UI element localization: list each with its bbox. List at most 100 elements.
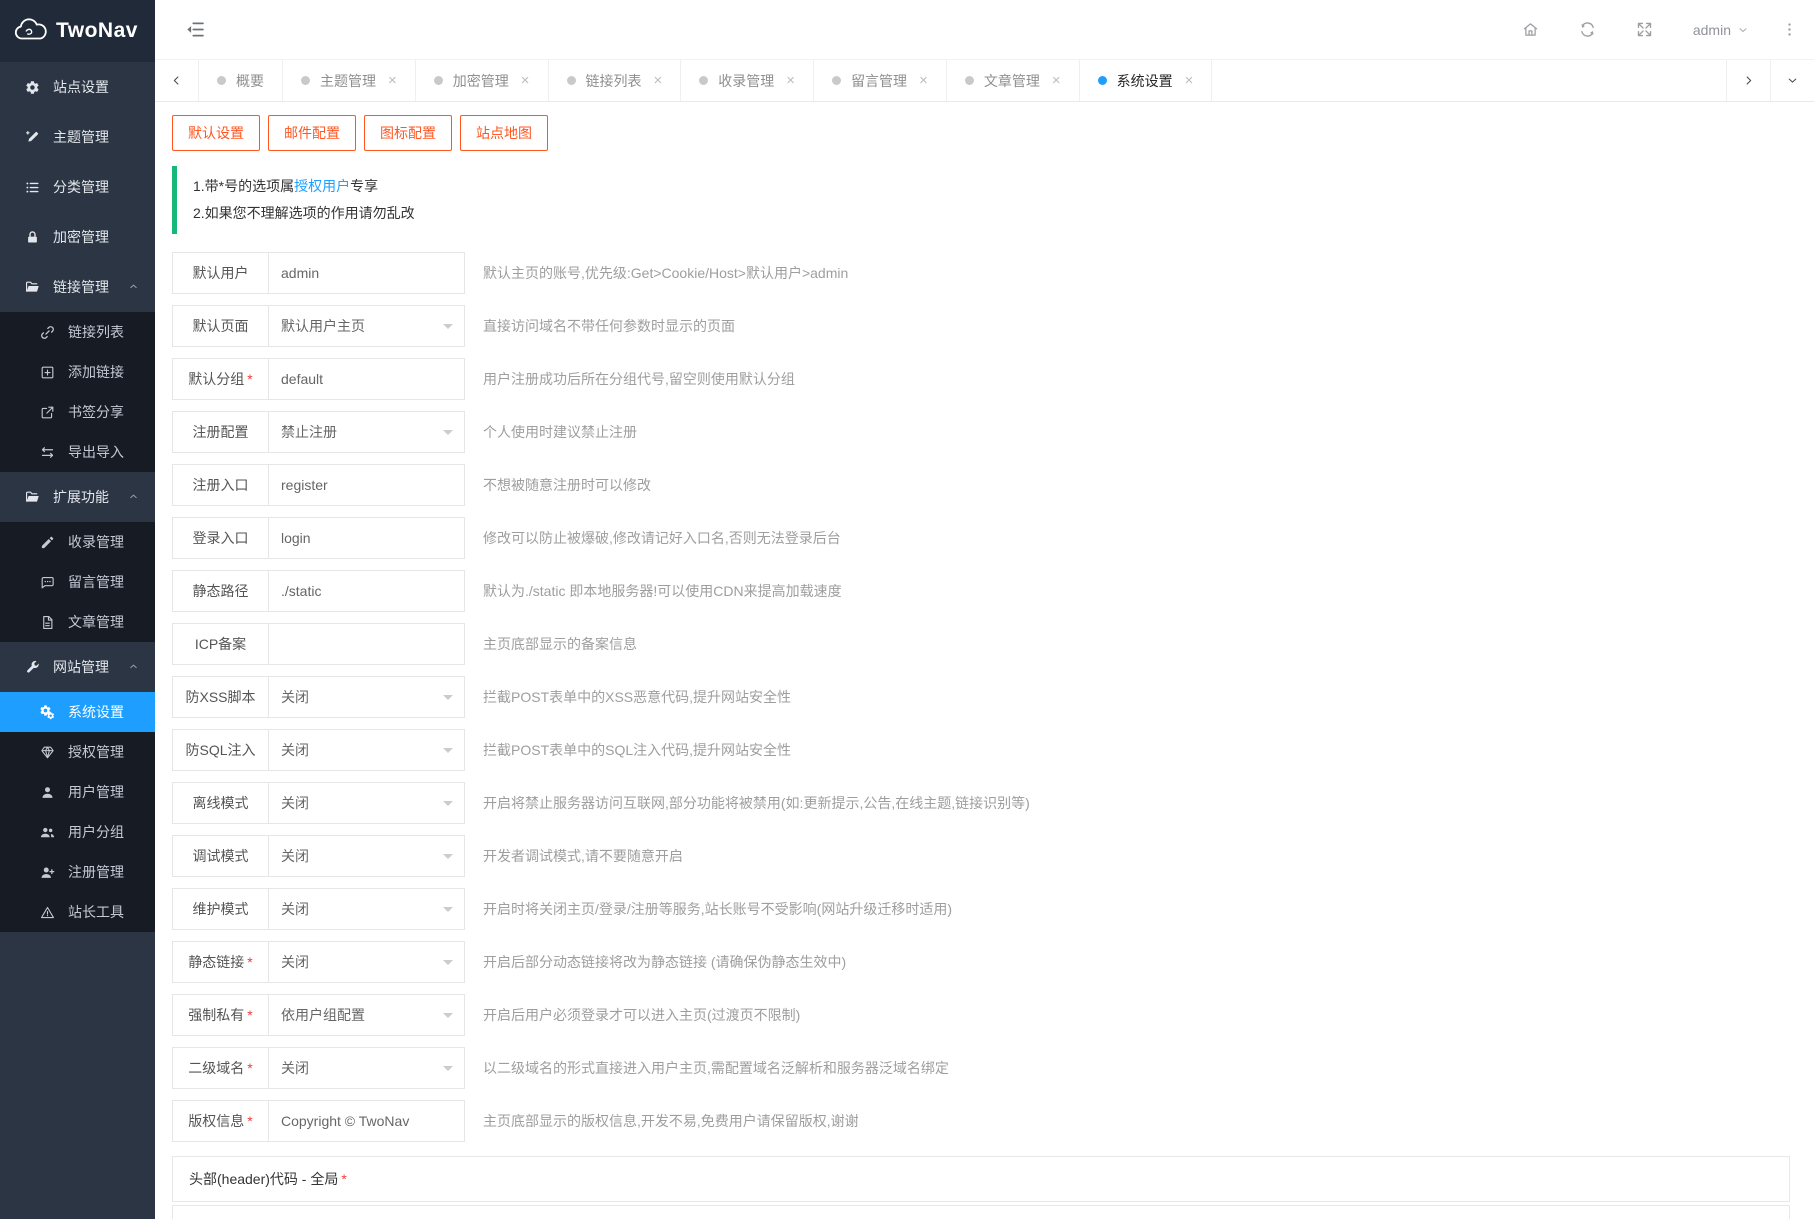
tab-close-icon[interactable]: × — [1185, 73, 1194, 88]
sidebar-item[interactable]: 网站管理 — [0, 642, 155, 692]
sidebar-item[interactable]: 加密管理 — [0, 212, 155, 262]
tab-close-icon[interactable]: × — [1052, 73, 1061, 88]
field-input[interactable]: 关闭 — [269, 676, 465, 718]
sidebar-item-label: 用户管理 — [68, 784, 124, 800]
field-input[interactable]: 关闭 — [269, 729, 465, 771]
field-input[interactable]: ./static — [269, 570, 465, 612]
tab[interactable]: 留言管理 × — [814, 60, 947, 101]
tab-close-icon[interactable]: × — [919, 73, 928, 88]
field-input[interactable]: 依用户组配置 — [269, 994, 465, 1036]
sidebar-item[interactable]: 链接列表 — [0, 312, 155, 352]
field-input[interactable]: login — [269, 517, 465, 559]
fullscreen-icon[interactable] — [1636, 21, 1653, 38]
cloud-logo-icon — [12, 18, 48, 44]
field-label-text: 默认页面 — [192, 318, 249, 334]
tab-close-icon[interactable]: × — [654, 73, 663, 88]
notice-block: 1.带*号的选项属授权用户专享 2.如果您不理解选项的作用请勿乱改 — [172, 166, 1790, 234]
field-label: 调试模式 — [172, 835, 269, 877]
sidebar-item[interactable]: 主题管理 — [0, 112, 155, 162]
field-label-text: 维护模式 — [192, 901, 249, 917]
sidebar-item[interactable]: 留言管理 — [0, 562, 155, 602]
more-vertical-icon[interactable] — [1781, 21, 1798, 38]
field-input[interactable]: 默认用户主页 — [269, 305, 465, 347]
sidebar-fold-icon[interactable] — [185, 19, 206, 40]
sidebar-item[interactable]: 文章管理 — [0, 602, 155, 642]
select-caret-icon — [443, 430, 453, 440]
sidebar-item[interactable]: 扩展功能 — [0, 472, 155, 522]
tab-dot-icon — [832, 76, 842, 85]
sidebar-item-label: 站点设置 — [53, 79, 109, 95]
field-label: 注册配置 — [172, 411, 269, 453]
sidebar-item[interactable]: 用户管理 — [0, 772, 155, 812]
tab-close-icon[interactable]: × — [388, 73, 397, 88]
select-caret-icon — [443, 1013, 453, 1023]
tabs-menu-button[interactable] — [1770, 60, 1814, 101]
field-label-text: 版权信息 — [188, 1113, 245, 1129]
user-menu[interactable]: admin — [1693, 22, 1749, 38]
tabs-container: 概要 主题管理 × 加密管理 × 链接列表 × 收录管理 × 留言管理 × 文章… — [199, 60, 1726, 101]
sidebar-item[interactable]: 用户分组 — [0, 812, 155, 852]
field-input[interactable] — [269, 623, 465, 665]
refresh-icon[interactable] — [1579, 21, 1596, 38]
sidebar-item[interactable]: 链接管理 — [0, 262, 155, 312]
sidebar-item[interactable]: 站长工具 — [0, 892, 155, 932]
field-description: 以二级域名的形式直接进入用户主页,需配置域名泛解析和服务器泛域名绑定 — [483, 1060, 949, 1076]
required-asterisk: * — [247, 1113, 253, 1129]
sidebar-item[interactable]: 分类管理 — [0, 162, 155, 212]
settings-page: 默认设置 邮件配置 图标配置 站点地图 1.带*号的选项属授权用户专享 2.如果您不理… — [155, 102, 1814, 1219]
sidebar-item[interactable]: 授权管理 — [0, 732, 155, 772]
select-caret-icon — [443, 801, 453, 811]
action-button[interactable]: 默认设置 — [172, 115, 260, 151]
tab-dot-icon — [433, 76, 443, 85]
tab-label: 留言管理 — [851, 72, 908, 89]
tab[interactable]: 文章管理 × — [947, 60, 1080, 101]
tab-dot-icon — [699, 76, 709, 85]
field-input[interactable]: admin — [269, 252, 465, 294]
sidebar-item[interactable]: 注册管理 — [0, 852, 155, 892]
field-input[interactable]: 关闭 — [269, 1047, 465, 1089]
field-label-text: 二级域名 — [188, 1060, 245, 1076]
field-input[interactable]: register — [269, 464, 465, 506]
form-row: ICP备案 主页底部显示的备案信息 — [172, 623, 1790, 665]
header-code-textarea[interactable] — [172, 1205, 1790, 1219]
field-input[interactable]: Copyright © TwoNav — [269, 1100, 465, 1142]
tab[interactable]: 概要 — [199, 60, 283, 101]
sidebar-item[interactable]: 站点设置 — [0, 62, 155, 112]
field-input[interactable]: 关闭 — [269, 888, 465, 930]
sidebar-item[interactable]: 导出导入 — [0, 432, 155, 472]
home-icon[interactable] — [1522, 21, 1539, 38]
sidebar-item[interactable]: 书签分享 — [0, 392, 155, 432]
tab[interactable]: 系统设置 × — [1080, 60, 1213, 101]
field-label: 二级域名 * — [172, 1047, 269, 1089]
tabs-scroll-left-button[interactable] — [155, 60, 199, 101]
field-description: 修改可以防止被爆破,修改请记好入口名,否则无法登录后台 — [483, 530, 841, 546]
header-code-title: 头部(header)代码 - 全局 * — [172, 1156, 1790, 1202]
field-value: 关闭 — [281, 954, 309, 970]
tab[interactable]: 链接列表 × — [549, 60, 682, 101]
tab[interactable]: 主题管理 × — [283, 60, 416, 101]
action-button[interactable]: 图标配置 — [364, 115, 452, 151]
sidebar-item-label: 分类管理 — [53, 179, 109, 195]
field-input[interactable]: 关闭 — [269, 835, 465, 877]
field-input[interactable]: default — [269, 358, 465, 400]
field-input[interactable]: 关闭 — [269, 941, 465, 983]
field-input[interactable]: 关闭 — [269, 782, 465, 824]
field-input[interactable]: 禁止注册 — [269, 411, 465, 453]
action-button[interactable]: 邮件配置 — [268, 115, 356, 151]
action-button[interactable]: 站点地图 — [460, 115, 548, 151]
tabs-scroll-right-button[interactable] — [1726, 60, 1770, 101]
sidebar-menu: 站点设置 主题管理 分类管理 加密管理 链接管理 链接列表 添加链接 书签分享 … — [0, 62, 155, 1219]
sidebar-item[interactable]: 添加链接 — [0, 352, 155, 392]
brand[interactable]: TwoNav — [0, 0, 155, 62]
sidebar-item[interactable]: 系统设置 — [0, 692, 155, 732]
tab[interactable]: 收录管理 × — [681, 60, 815, 101]
required-asterisk: * — [247, 1060, 253, 1076]
tab-close-icon[interactable]: × — [786, 73, 795, 88]
authorized-user-link[interactable]: 授权用户 — [294, 178, 350, 194]
field-value: 关闭 — [281, 848, 309, 864]
tab-close-icon[interactable]: × — [521, 73, 530, 88]
tab[interactable]: 加密管理 × — [416, 60, 549, 101]
tab-dot-icon — [301, 76, 310, 85]
field-label: 注册入口 — [172, 464, 269, 506]
sidebar-item[interactable]: 收录管理 — [0, 522, 155, 562]
